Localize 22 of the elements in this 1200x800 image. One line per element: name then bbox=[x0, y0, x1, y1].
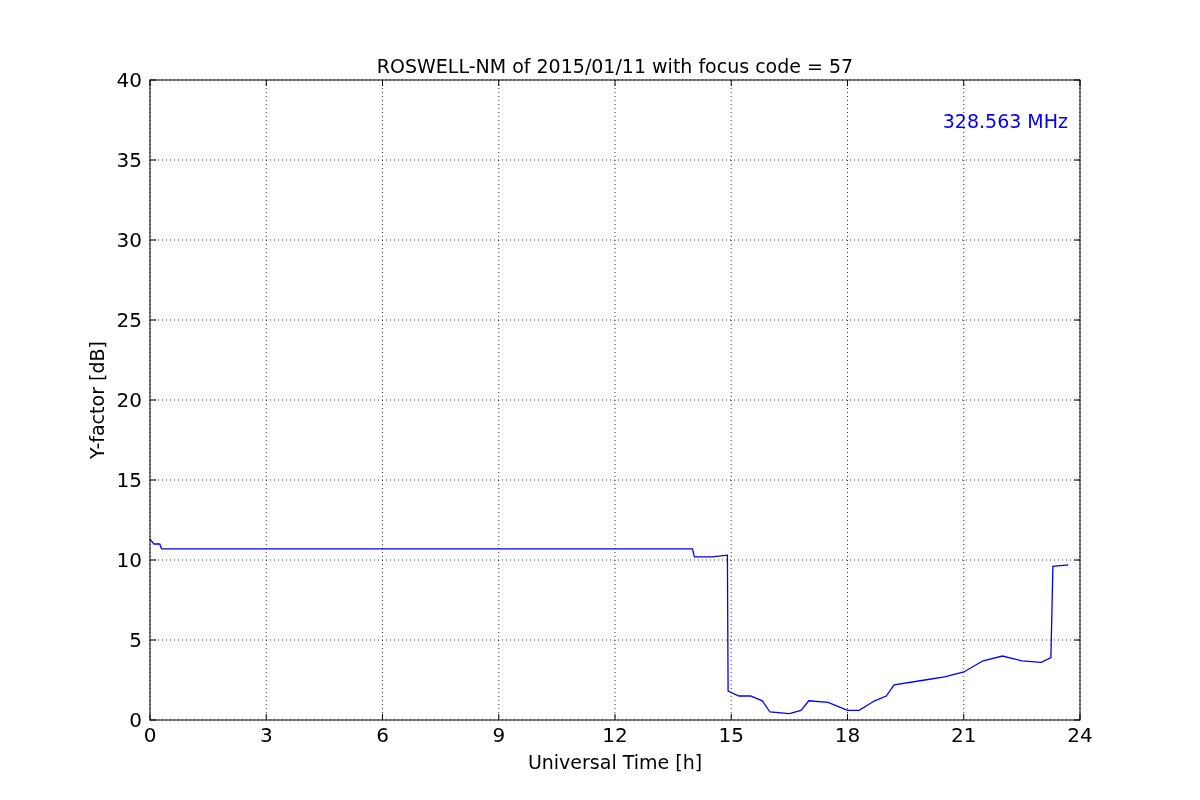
x-tick-label: 24 bbox=[1067, 723, 1093, 747]
y-tick-label: 40 bbox=[116, 68, 142, 92]
x-tick-label: 3 bbox=[259, 723, 273, 747]
y-tick-label: 0 bbox=[129, 708, 142, 732]
y-tick-label: 35 bbox=[116, 148, 142, 172]
series-label: 328.563 MHz bbox=[942, 110, 1068, 132]
y-tick-label: 30 bbox=[116, 228, 142, 252]
y-tick-label: 5 bbox=[129, 628, 142, 652]
y-tick-label: 10 bbox=[116, 548, 142, 572]
x-tick-label: 12 bbox=[602, 723, 628, 747]
x-axis-label: Universal Time [h] bbox=[527, 751, 703, 773]
chart-title: ROSWELL-NM of 2015/01/11 with focus code = 57 bbox=[376, 55, 854, 77]
x-tick-label: 15 bbox=[718, 723, 744, 747]
x-tick-label: 9 bbox=[492, 723, 506, 747]
y-tick-label: 20 bbox=[116, 388, 142, 412]
y-tick-label: 25 bbox=[116, 308, 142, 332]
x-tick-label: 6 bbox=[376, 723, 389, 747]
x-tick-label: 18 bbox=[834, 723, 861, 747]
y-axis-label: Y-factor [dB] bbox=[86, 341, 108, 459]
x-tick-label: 21 bbox=[951, 723, 977, 747]
x-tick-label: 0 bbox=[143, 723, 157, 747]
y-tick-label: 15 bbox=[116, 468, 142, 492]
